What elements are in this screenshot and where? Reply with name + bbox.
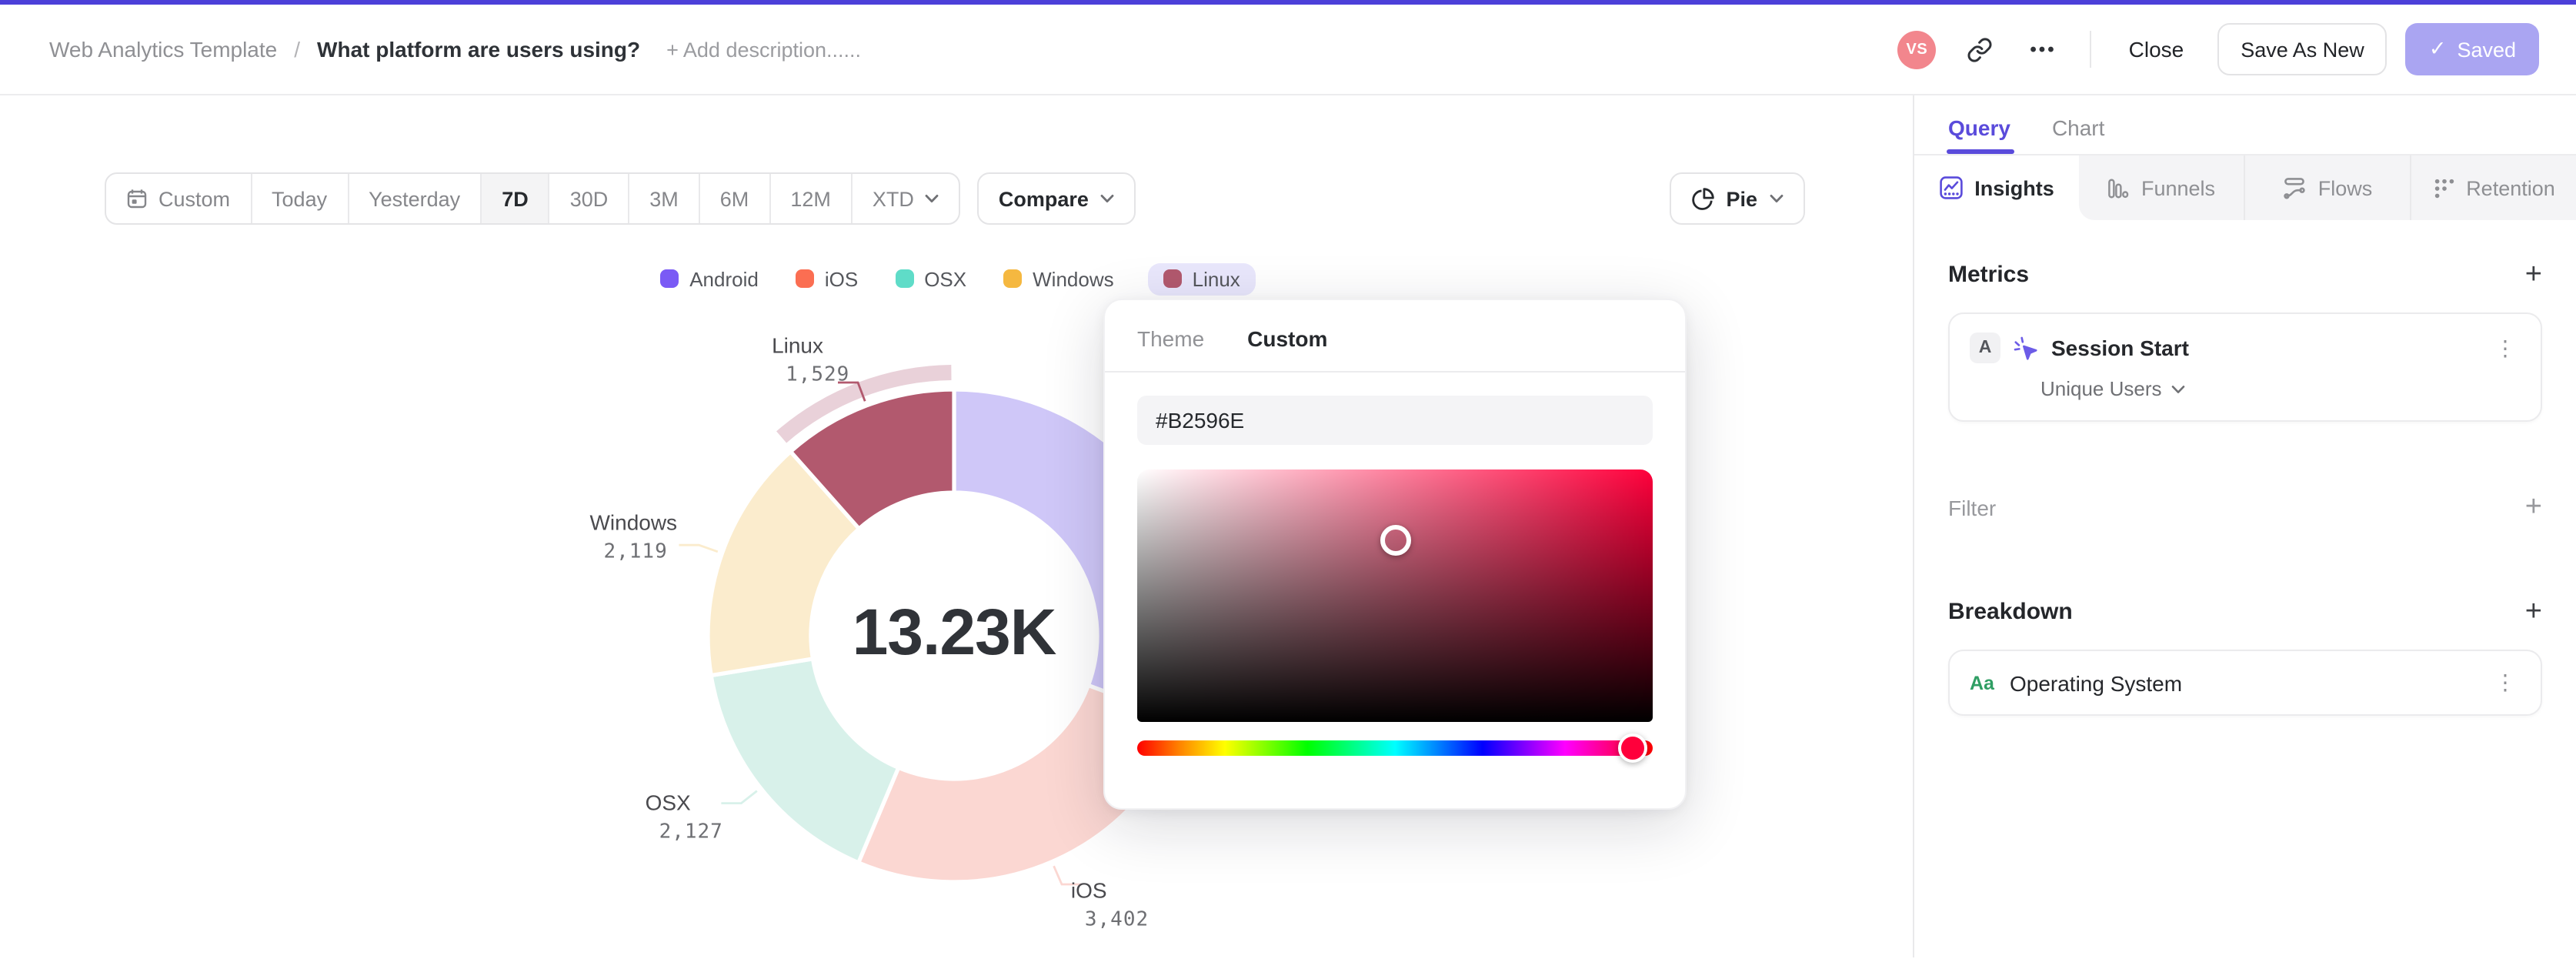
sidebar-tabs: Query Chart xyxy=(1914,95,2576,155)
metric-card[interactable]: A Session Start ⋮ Unique Users xyxy=(1948,312,2542,422)
aggregation-dropdown[interactable]: Unique Users xyxy=(2040,377,2521,400)
legend-swatch xyxy=(1163,269,1182,288)
color-picker-popup: Theme Custom xyxy=(1103,299,1687,810)
flows-icon xyxy=(2283,175,2307,200)
page-title: What platform are users using? xyxy=(317,37,641,62)
hex-color-input[interactable] xyxy=(1137,396,1653,445)
breadcrumb-separator: / xyxy=(294,37,301,62)
legend-swatch xyxy=(895,269,914,288)
pie-chart-icon xyxy=(1690,187,1714,210)
add-description-button[interactable]: + Add description...... xyxy=(666,38,861,61)
event-spark-icon xyxy=(2013,335,2039,361)
legend-item-ios[interactable]: iOS xyxy=(792,262,861,295)
breakdown-kebab-menu[interactable]: ⋮ xyxy=(2490,670,2521,696)
retention-icon xyxy=(2432,176,2455,199)
hue-slider[interactable] xyxy=(1137,733,1653,763)
breadcrumb: Web Analytics Template / What platform a… xyxy=(49,37,861,62)
chart-type-label: Pie xyxy=(1726,187,1757,210)
chevron-down-icon xyxy=(2171,384,2185,393)
legend-swatch xyxy=(660,269,679,288)
compare-label: Compare xyxy=(998,187,1089,210)
chart-legend: Android iOS OSX Windows Linux xyxy=(0,260,1913,297)
breakdown-heading: Breakdown xyxy=(1948,599,2073,625)
breadcrumb-root[interactable]: Web Analytics Template xyxy=(49,37,277,62)
close-button[interactable]: Close xyxy=(2117,37,2197,62)
leader-line-windows xyxy=(679,543,719,553)
calendar-icon xyxy=(126,188,148,209)
breakdown-card[interactable]: Aa Operating System ⋮ xyxy=(1948,650,2542,716)
chart-toolbar: Custom Today Yesterday 7D 30D 3M 6M 12M XTD Comp… xyxy=(0,95,1913,225)
tab-custom[interactable]: Custom xyxy=(1247,326,1327,351)
chart-panel: Custom Today Yesterday 7D 30D 3M 6M 12M XTD Comp… xyxy=(0,95,1913,957)
share-link-icon[interactable] xyxy=(1967,36,1993,62)
saturation-cursor[interactable] xyxy=(1380,524,1410,556)
mode-tab-retention[interactable]: Retention xyxy=(2410,155,2576,220)
legend-item-windows[interactable]: Windows xyxy=(1000,262,1117,295)
legend-swatch xyxy=(795,269,814,288)
color-picker-tabs: Theme Custom xyxy=(1105,326,1685,373)
check-icon: ✓ xyxy=(2428,37,2447,60)
series-badge: A xyxy=(1970,332,2000,363)
chevron-down-icon xyxy=(925,194,939,203)
range-12m[interactable]: 12M xyxy=(769,174,851,223)
tab-theme[interactable]: Theme xyxy=(1137,326,1204,351)
range-7d[interactable]: 7D xyxy=(480,174,549,223)
leader-line-ios xyxy=(1053,865,1082,886)
mode-tab-insights[interactable]: Insights xyxy=(1914,155,2079,220)
funnels-icon xyxy=(2107,176,2131,199)
save-as-new-button[interactable]: Save As New xyxy=(2217,23,2387,75)
legend-item-android[interactable]: Android xyxy=(657,262,762,295)
legend-swatch xyxy=(1003,269,1023,288)
date-range-group: Custom Today Yesterday 7D 30D 3M 6M 12M XTD xyxy=(105,172,960,225)
filter-heading: Filter xyxy=(1948,495,1997,520)
range-xtd[interactable]: XTD xyxy=(850,174,959,223)
saturation-brightness-area[interactable] xyxy=(1137,469,1653,722)
metrics-heading: Metrics xyxy=(1948,262,2030,288)
add-metric-button[interactable]: + xyxy=(2525,260,2542,289)
avatar[interactable]: VS xyxy=(1897,30,1937,68)
mode-tab-flows[interactable]: Flows xyxy=(2244,155,2410,220)
breakdown-section-header: Breakdown + xyxy=(1948,597,2542,627)
metrics-section-header: Metrics + xyxy=(1948,260,2542,289)
range-custom[interactable]: Custom xyxy=(106,174,250,223)
hue-slider-handle[interactable] xyxy=(1617,733,1647,763)
chevron-down-icon xyxy=(1101,194,1115,203)
property-type-badge: Aa xyxy=(1970,672,1994,693)
saved-button-label: Saved xyxy=(2457,38,2516,61)
header-actions: VS ••• Close Save As New ✓ Saved xyxy=(1897,23,2539,75)
filter-section-header: Filter + xyxy=(1948,493,2542,522)
range-3m[interactable]: 3M xyxy=(628,174,699,223)
range-yesterday[interactable]: Yesterday xyxy=(347,174,480,223)
add-filter-button[interactable]: + xyxy=(2525,493,2542,522)
metric-kebab-menu[interactable]: ⋮ xyxy=(2490,335,2521,361)
chart-type-button[interactable]: Pie xyxy=(1669,172,1805,225)
breakdown-label: Operating System xyxy=(2009,670,2183,695)
saved-button[interactable]: ✓ Saved xyxy=(2405,23,2539,75)
metric-label: Session Start xyxy=(2051,336,2189,360)
leader-line-osx xyxy=(721,790,758,804)
compare-button[interactable]: Compare xyxy=(976,172,1136,225)
tab-query[interactable]: Query xyxy=(1946,115,2016,154)
range-today[interactable]: Today xyxy=(250,174,347,223)
insights-icon xyxy=(1939,175,1964,200)
add-breakdown-button[interactable]: + xyxy=(2525,597,2542,627)
more-menu-icon[interactable]: ••• xyxy=(2030,38,2056,60)
legend-item-linux[interactable]: Linux xyxy=(1147,262,1256,295)
chart-total: 13.23K xyxy=(852,596,1057,668)
chevron-down-icon xyxy=(1770,194,1784,203)
aggregation-label: Unique Users xyxy=(2040,377,2162,400)
sidebar: Query Chart Insights Funnels Flows Retentio… xyxy=(1913,95,2576,957)
tab-chart[interactable]: Chart xyxy=(2052,115,2104,154)
header: Web Analytics Template / What platform a… xyxy=(0,5,2576,95)
header-divider xyxy=(2090,31,2092,68)
range-6m[interactable]: 6M xyxy=(698,174,769,223)
legend-item-osx[interactable]: OSX xyxy=(892,262,969,295)
app-root: Web Analytics Template / What platform a… xyxy=(0,0,2576,959)
range-30d[interactable]: 30D xyxy=(548,174,629,223)
insight-mode-tabs: Insights Funnels Flows Retention xyxy=(1914,155,2576,220)
mode-tab-funnels[interactable]: Funnels xyxy=(2079,155,2244,220)
slice-osx[interactable] xyxy=(709,657,901,865)
